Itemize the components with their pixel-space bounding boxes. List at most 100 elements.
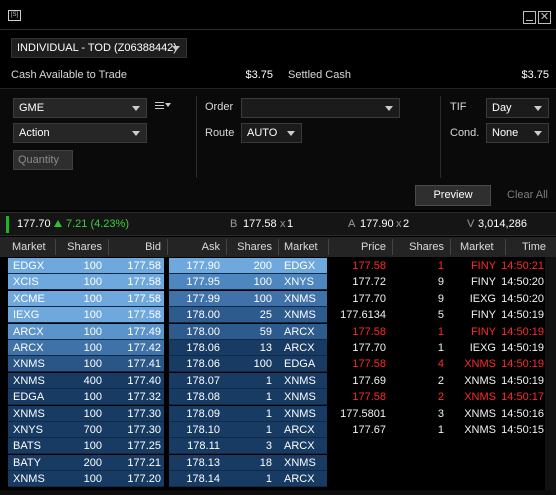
header-trade-time[interactable]: Time xyxy=(522,237,546,257)
bid-shares: 100 xyxy=(83,276,102,288)
bid-price: 177.58 xyxy=(127,293,161,305)
trade-price: 177.58 xyxy=(352,326,386,338)
header-ask-price[interactable]: Ask xyxy=(169,237,220,257)
header-trade-shares[interactable]: Shares xyxy=(394,237,444,257)
ask-market: ARCX xyxy=(284,473,315,485)
account-selector[interactable]: INDIVIDUAL - TOD (Z06388442) xyxy=(11,38,187,58)
trade-shares: 9 xyxy=(437,293,444,305)
bid-price: 177.30 xyxy=(127,424,161,436)
ask-price: 178.00 xyxy=(186,326,220,338)
trade-time: 14:50:20 xyxy=(501,276,544,288)
menu-icon[interactable] xyxy=(155,101,171,111)
bid-price: 177.41 xyxy=(127,358,161,370)
volume-label: V xyxy=(467,218,475,230)
route-dropdown[interactable]: AUTO xyxy=(241,123,302,143)
bid-market: IEXG xyxy=(13,309,40,321)
trade-market: FINY xyxy=(470,309,496,321)
bid-shares: 100 xyxy=(83,440,102,452)
trade-price: 177.58 xyxy=(352,260,386,272)
trade-market: IEXG xyxy=(469,342,496,354)
ask-shares: 100 xyxy=(253,358,272,370)
minimize-button[interactable] xyxy=(523,11,536,24)
trade-market: FINY xyxy=(470,260,496,272)
ask-market: EDGA xyxy=(284,358,316,370)
bid-shares: 100 xyxy=(83,309,102,321)
scrollbar[interactable] xyxy=(545,257,556,495)
condition-dropdown[interactable]: None xyxy=(486,123,549,143)
header-bid-shares[interactable]: Shares xyxy=(56,237,102,257)
ask-market: XNMS xyxy=(284,375,316,387)
trade-shares: 5 xyxy=(437,309,444,321)
bid-price: 177.42 xyxy=(127,342,161,354)
trade-price: 177.72 xyxy=(352,276,386,288)
bid-market: ARCX xyxy=(13,326,44,338)
ask-shares: 1 xyxy=(265,473,272,485)
bid-x: x xyxy=(280,218,286,230)
bid-shares: 100 xyxy=(83,473,102,485)
bid-market: XCME xyxy=(13,293,45,305)
trade-time: 14:50:19 xyxy=(501,342,544,354)
tif-dropdown[interactable]: Day xyxy=(486,98,549,118)
action-dropdown[interactable]: Action xyxy=(13,123,147,143)
trade-price: 177.6134 xyxy=(340,309,386,321)
ask-price: 178.07 xyxy=(186,375,220,387)
bid-price: 177.40 xyxy=(127,375,161,387)
bid-market: XNMS xyxy=(13,473,45,485)
bid-market: BATY xyxy=(13,457,41,469)
trade-price: 177.5801 xyxy=(340,408,386,420)
ask-market: EDGX xyxy=(284,260,316,272)
bid-market: EDGA xyxy=(13,391,45,403)
cash-available-value: $3.75 xyxy=(245,69,273,81)
uptick-marker xyxy=(6,216,9,233)
ask-shares: 100 xyxy=(253,276,272,288)
bid-price: 177.30 xyxy=(127,408,161,420)
ask-shares: 1 xyxy=(265,391,272,403)
divider xyxy=(167,239,168,255)
trade-market: XNMS xyxy=(464,391,496,403)
ask-market: ARCX xyxy=(284,440,315,452)
header-ask-market[interactable]: Market xyxy=(284,237,318,257)
cash-available-label: Cash Available to Trade xyxy=(11,69,127,81)
header-ask-shares[interactable]: Shares xyxy=(228,237,272,257)
chevron-down-icon xyxy=(132,131,140,136)
symbol-input[interactable]: GME xyxy=(13,98,147,118)
bid-market: BATS xyxy=(13,440,41,452)
ask-market: XNMS xyxy=(284,457,316,469)
bid-market: XNMS xyxy=(13,358,45,370)
header-trade-price[interactable]: Price xyxy=(330,237,386,257)
trade-time: 14:50:16 xyxy=(501,408,544,420)
trade-shares: 2 xyxy=(437,375,444,387)
trade-market: FINY xyxy=(470,326,496,338)
trade-market: XNMS xyxy=(464,424,496,436)
divider xyxy=(505,239,506,255)
cond-label: Cond. xyxy=(450,127,480,139)
symbol-value: GME xyxy=(19,102,45,114)
price-change: 7.21 (4.23%) xyxy=(66,218,129,230)
divider xyxy=(450,239,451,255)
header-bid-price[interactable]: Bid xyxy=(110,237,161,257)
ask-market: ARCX xyxy=(284,342,315,354)
header-trade-market[interactable]: Market xyxy=(460,237,494,257)
tif-value: Day xyxy=(492,102,512,114)
header-bid-market[interactable]: Market xyxy=(12,237,46,257)
chevron-down-icon xyxy=(534,131,542,136)
order-type-dropdown[interactable] xyxy=(241,98,400,118)
bid-market: XNMS xyxy=(13,408,45,420)
route-label: Route xyxy=(205,127,235,139)
divider xyxy=(440,96,441,178)
preview-button[interactable]: Preview xyxy=(415,185,491,206)
trade-market: XNMS xyxy=(464,358,496,370)
clear-all-button[interactable]: Clear All xyxy=(507,189,548,201)
divider xyxy=(226,239,227,255)
ask-market: ARCX xyxy=(284,424,315,436)
close-button[interactable]: ✕ xyxy=(538,11,551,24)
bid-shares: 100 xyxy=(83,408,102,420)
trade-market: IEXG xyxy=(469,293,496,305)
last-price: 177.70 xyxy=(17,218,51,230)
bid-price: 177.58 xyxy=(243,218,277,230)
trade-shares: 2 xyxy=(437,391,444,403)
bid-price: 177.32 xyxy=(127,391,161,403)
ask-price: 177.95 xyxy=(186,276,220,288)
ask-price: 178.06 xyxy=(186,358,220,370)
quantity-input[interactable]: Quantity xyxy=(13,150,73,170)
